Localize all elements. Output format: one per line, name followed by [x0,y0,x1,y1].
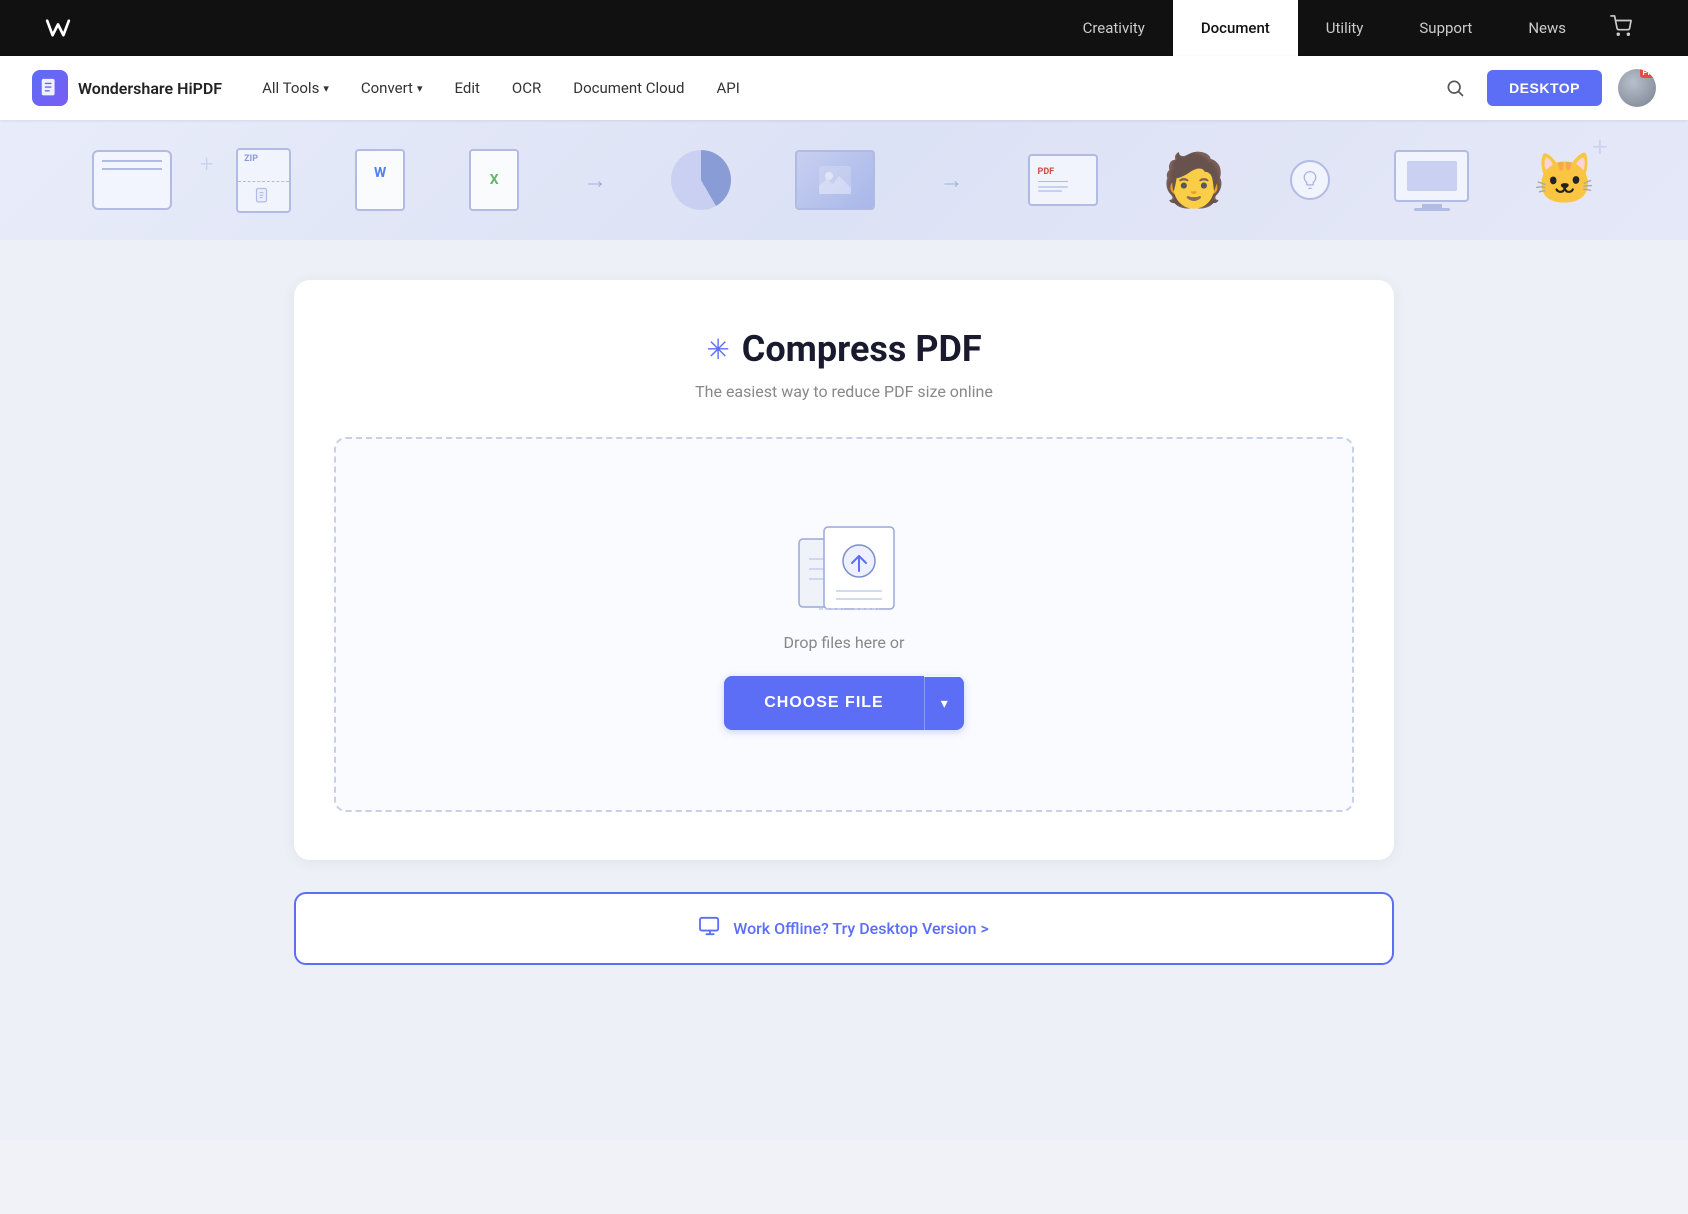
sec-nav-edit[interactable]: Edit [438,56,495,120]
chevron-down-icon: ▾ [417,82,423,95]
top-nav-links: Creativity Document Utility Support News [1055,0,1648,56]
compress-title-row: ✳ Compress PDF [334,328,1354,370]
top-navigation: Creativity Document Utility Support News [0,0,1688,56]
search-button[interactable] [1439,72,1471,104]
choose-file-dropdown-button[interactable]: ▾ [924,677,964,730]
hero-banner: ZIP W X → [0,120,1688,240]
deco-pdf-box: PDF [1028,154,1098,206]
offline-text: Work Offline? Try Desktop Version > [733,919,989,938]
compress-card: ✳ Compress PDF The easiest way to reduce… [294,280,1394,860]
offline-banner[interactable]: Work Offline? Try Desktop Version > [294,892,1394,965]
top-nav-news[interactable]: News [1500,0,1594,56]
main-content: ✳ Compress PDF The easiest way to reduce… [0,240,1688,1140]
cart-icon[interactable] [1594,15,1648,42]
secondary-navigation: Wondershare HiPDF All Tools ▾ Convert ▾ … [0,56,1688,120]
top-nav-support[interactable]: Support [1391,0,1500,56]
compress-icon: ✳ [706,333,729,366]
sec-nav-document-cloud[interactable]: Document Cloud [557,56,700,120]
deco-arrow: → [583,166,607,195]
user-avatar[interactable]: Pro [1618,69,1656,107]
top-nav-creativity[interactable]: Creativity [1055,0,1173,56]
chevron-down-icon: ▾ [323,82,329,95]
pro-badge: Pro [1640,69,1656,78]
sec-nav-api[interactable]: API [700,56,755,120]
top-nav-document[interactable]: Document [1173,0,1298,56]
choose-file-row: CHOOSE FILE ▾ [724,676,963,730]
wondershare-logo[interactable] [40,10,76,46]
chevron-down-icon: ▾ [941,695,948,711]
sec-nav-convert[interactable]: Convert ▾ [345,56,439,120]
sec-nav-items: All Tools ▾ Convert ▾ Edit OCR Document … [246,56,1439,120]
deco-person: 🧑 [1162,150,1227,211]
sec-nav-actions: DESKTOP Pro [1439,69,1656,107]
deco-excel: X [469,149,519,211]
sec-nav-ocr[interactable]: OCR [496,56,557,120]
deco-cat: 🐱 [1534,151,1596,209]
sec-nav-all-tools[interactable]: All Tools ▾ [246,56,345,120]
deco-word-doc: W [355,149,405,211]
desktop-button[interactable]: DESKTOP [1487,70,1602,106]
compress-title: Compress PDF [742,328,982,370]
hipdf-brand-name: Wondershare HiPDF [78,79,222,98]
drop-text: Drop files here or [784,633,905,652]
deco-arrow2: → [939,166,963,195]
desktop-icon [699,916,721,941]
deco-monitor [1394,150,1469,211]
upload-illustration [794,519,894,609]
drop-zone: Drop files here or CHOOSE FILE ▾ [334,437,1354,812]
compress-subtitle: The easiest way to reduce PDF size onlin… [334,382,1354,401]
choose-file-button[interactable]: CHOOSE FILE [724,676,923,730]
deco-cross2: + [200,150,214,178]
top-nav-utility[interactable]: Utility [1298,0,1392,56]
hipdf-logo-icon [32,70,68,106]
hipdf-brand[interactable]: Wondershare HiPDF [32,70,222,106]
deco-cross: + [1592,130,1608,163]
hero-decorations: ZIP W X → [0,120,1688,240]
deco-lightbulb [1290,160,1330,200]
deco-photo [795,150,875,210]
deco-zip: ZIP [236,148,291,213]
deco-pie-chart [671,150,731,210]
deco-window [92,150,172,210]
deco-doc-group: W [355,149,405,211]
